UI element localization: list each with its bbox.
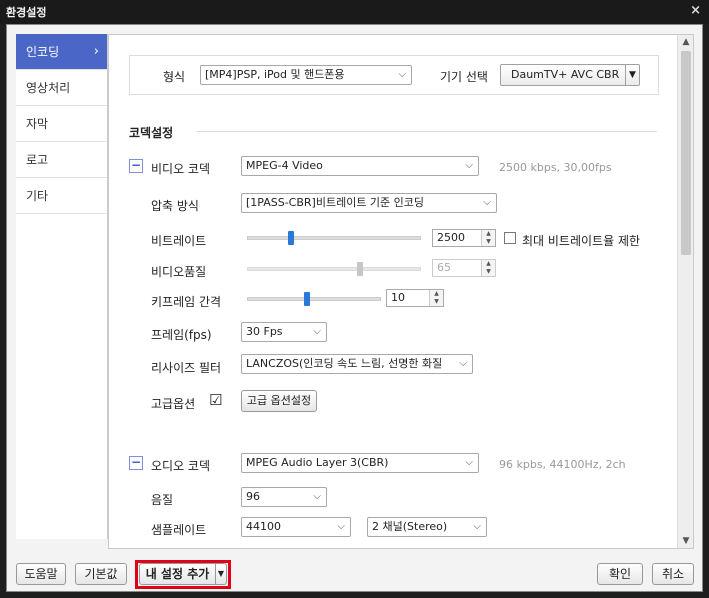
settings-dialog: 인코딩 › 영상처리 자막 로고 기타 형식 [MP4]PSP, iPod 및 … <box>6 24 703 592</box>
quality-slider[interactable] <box>247 267 421 271</box>
audio-quality-select[interactable]: 96 ⌵ <box>241 487 327 507</box>
video-quality-label: 비디오품질 <box>151 265 207 279</box>
compression-value: [1PASS-CBR]비트레이트 기준 인코딩 <box>246 196 425 209</box>
cancel-button[interactable]: 취소 <box>652 563 694 585</box>
audio-summary: 96 kpbs, 44100Hz, 2ch <box>499 458 626 471</box>
chevron-down-icon: ⌵ <box>398 69 406 80</box>
video-codec-select[interactable]: MPEG-4 Video ⌵ <box>241 156 479 176</box>
chevron-right-icon: › <box>93 44 99 59</box>
samplerate-select[interactable]: 44100 ⌵ <box>241 517 351 537</box>
chevron-down-icon: ⌵ <box>473 521 481 532</box>
chevron-down-icon: ⌵ <box>337 521 345 532</box>
add-my-setting-button[interactable]: 내 설정 추가 <box>139 563 216 585</box>
sidebar-item-label: 자막 <box>26 117 49 131</box>
scroll-up-icon[interactable]: ▲ <box>678 35 693 49</box>
dropdown-arrow-icon[interactable]: ▼ <box>625 65 639 85</box>
advanced-options-button[interactable]: 고급 옵션설정 <box>241 390 317 412</box>
fps-value: 30 Fps <box>246 325 283 338</box>
device-select-button[interactable]: DaumTV+ AVC CBR ▼ <box>500 64 640 86</box>
quality-input[interactable]: 65 ▲ ▼ <box>432 259 496 277</box>
sidebar-item-video-processing[interactable]: 영상처리 <box>16 70 107 106</box>
ok-button[interactable]: 확인 <box>597 563 643 585</box>
format-select-value: [MP4]PSP, iPod 및 핸드폰용 <box>205 68 345 81</box>
device-select-value: DaumTV+ AVC CBR <box>511 68 620 81</box>
keyframe-input[interactable]: 10 ▲ ▼ <box>386 289 444 307</box>
video-summary: 2500 kbps, 30,00fps <box>499 161 612 174</box>
video-collapse-toggle[interactable]: − <box>129 159 143 173</box>
chevron-down-icon: ⌵ <box>465 160 473 171</box>
bitrate-label: 비트레이트 <box>151 234 207 248</box>
sidebar-item-encoding[interactable]: 인코딩 › <box>16 34 107 70</box>
channels-value: 2 채널(Stereo) <box>372 520 448 533</box>
video-codec-label: 비디오 코덱 <box>151 162 211 176</box>
chevron-down-icon: ⌵ <box>465 457 473 468</box>
compression-select[interactable]: [1PASS-CBR]비트레이트 기준 인코딩 ⌵ <box>241 193 497 213</box>
sidebar-item-etc[interactable]: 기타 <box>16 178 107 214</box>
audio-codec-select[interactable]: MPEG Audio Layer 3(CBR) ⌵ <box>241 453 479 473</box>
sidebar-item-logo[interactable]: 로고 <box>16 142 107 178</box>
quality-value: 65 <box>437 261 451 274</box>
sidebar-item-label: 영상처리 <box>26 81 71 95</box>
video-codec-value: MPEG-4 Video <box>246 159 323 172</box>
keyframe-value: 10 <box>391 291 405 304</box>
bitrate-value: 2500 <box>437 231 465 244</box>
samplerate-value: 44100 <box>246 520 281 533</box>
chevron-down-icon: ⌵ <box>459 358 467 369</box>
compression-label: 압축 방식 <box>151 199 199 213</box>
stepper-arrows-icon[interactable]: ▲ ▼ <box>429 290 443 306</box>
format-select[interactable]: [MP4]PSP, iPod 및 핸드폰용 ⌵ <box>200 65 412 85</box>
audio-codec-label: 오디오 코덱 <box>151 459 211 473</box>
stepper-arrows-icon[interactable]: ▲ ▼ <box>481 230 495 246</box>
format-box: 형식 [MP4]PSP, iPod 및 핸드폰용 ⌵ 기기 선택 DaumTV+… <box>129 55 659 95</box>
sidebar-item-label: 로고 <box>26 153 49 167</box>
keyframe-label: 키프레임 간격 <box>151 295 222 309</box>
channels-select[interactable]: 2 채널(Stereo) ⌵ <box>367 517 487 537</box>
max-bitrate-label: 최대 비트레이트율 제한 <box>522 234 641 248</box>
bitrate-slider[interactable] <box>247 236 421 240</box>
audio-codec-value: MPEG Audio Layer 3(CBR) <box>246 456 389 469</box>
keyframe-slider[interactable] <box>247 297 381 301</box>
chevron-down-icon: ⌵ <box>313 491 321 502</box>
sidebar-item-subtitles[interactable]: 자막 <box>16 106 107 142</box>
help-button[interactable]: 도움말 <box>16 563 66 585</box>
resize-filter-label: 리사이즈 필터 <box>151 361 222 375</box>
quality-slider-thumb[interactable] <box>357 262 364 276</box>
fps-label: 프레임(fps) <box>151 328 212 342</box>
resize-filter-select[interactable]: LANCZOS(인코딩 속도 느림, 선명한 화질 ⌵ <box>241 354 473 374</box>
keyframe-slider-thumb[interactable] <box>304 292 311 306</box>
chevron-down-icon: ⌵ <box>313 326 321 337</box>
bitrate-input[interactable]: 2500 ▲ ▼ <box>432 229 496 247</box>
format-label: 형식 <box>163 70 186 84</box>
chevron-down-icon: ⌵ <box>483 197 491 208</box>
resize-filter-value: LANCZOS(인코딩 속도 느림, 선명한 화질 <box>246 357 443 370</box>
sidebar-item-label: 기타 <box>26 189 49 203</box>
fps-select[interactable]: 30 Fps ⌵ <box>241 322 327 342</box>
sidebar: 인코딩 › 영상처리 자막 로고 기타 <box>16 34 108 539</box>
close-icon[interactable]: × <box>690 3 701 18</box>
title-bar: 환경설정 × <box>0 0 709 24</box>
audio-quality-label: 음질 <box>151 493 174 507</box>
sidebar-item-label: 인코딩 <box>26 45 60 59</box>
advanced-options-checkbox[interactable]: ☑ <box>209 391 222 409</box>
dropdown-arrow-icon[interactable]: ▼ <box>215 563 227 585</box>
divider <box>197 131 657 132</box>
scrollbar-thumb[interactable] <box>681 51 691 255</box>
settings-panel: 형식 [MP4]PSP, iPod 및 핸드폰용 ⌵ 기기 선택 DaumTV+… <box>108 34 694 549</box>
window-title: 환경설정 <box>6 6 47 19</box>
advanced-options-label: 고급옵션 <box>151 397 196 411</box>
max-bitrate-checkbox[interactable] <box>504 232 516 244</box>
scroll-down-icon[interactable]: ▼ <box>678 534 693 548</box>
default-button[interactable]: 기본값 <box>75 563 127 585</box>
bitrate-slider-thumb[interactable] <box>287 231 294 245</box>
audio-collapse-toggle[interactable]: − <box>129 456 143 470</box>
codec-section-title: 코덱설정 <box>129 126 174 140</box>
stepper-arrows-icon[interactable]: ▲ ▼ <box>481 260 495 276</box>
audio-quality-value: 96 <box>246 490 260 503</box>
settings-scroll-area: 형식 [MP4]PSP, iPod 및 핸드폰용 ⌵ 기기 선택 DaumTV+… <box>109 35 677 548</box>
samplerate-label: 샘플레이트 <box>151 523 207 537</box>
device-label: 기기 선택 <box>440 70 488 84</box>
vertical-scrollbar[interactable]: ▲ ▼ <box>677 35 693 548</box>
